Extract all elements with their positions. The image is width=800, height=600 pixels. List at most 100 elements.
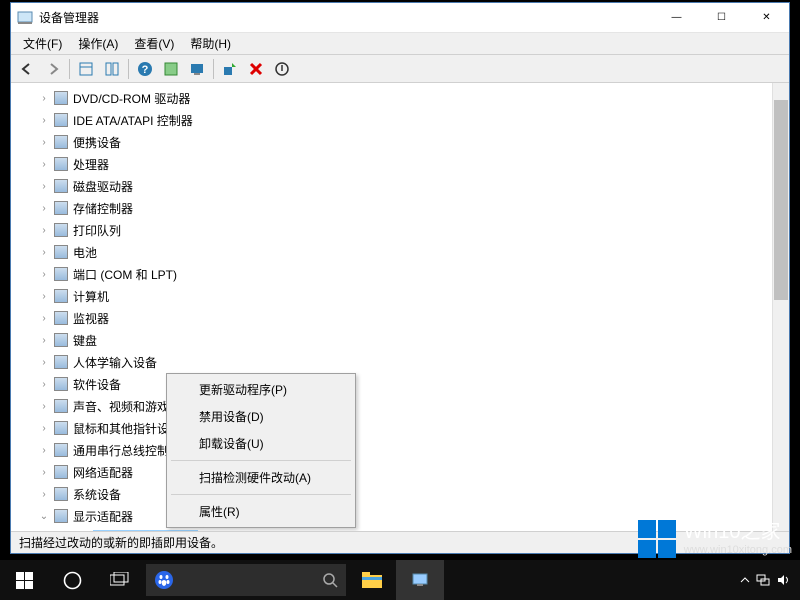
vertical-scrollbar[interactable] — [772, 83, 789, 531]
tree-item[interactable]: › 监视器 — [17, 307, 783, 329]
tree-item[interactable]: ›IDE ATA/ATAPI 控制器 — [17, 109, 783, 131]
menu-separator — [171, 460, 351, 461]
tree-item[interactable]: ›DVD/CD-ROM 驱动器 — [17, 87, 783, 109]
tree-item[interactable]: ›存储控制器 — [17, 197, 783, 219]
maximize-button[interactable]: ☐ — [699, 3, 744, 33]
update-driver-icon[interactable] — [218, 57, 242, 81]
baidu-icon — [154, 570, 174, 590]
toolbar-icon[interactable] — [159, 57, 183, 81]
tree-item[interactable]: › 人体学输入设备 — [17, 351, 783, 373]
device-category-icon — [53, 266, 69, 282]
chevron-right-icon[interactable]: › — [37, 401, 51, 412]
chevron-down-icon[interactable]: ⌄ — [37, 511, 51, 522]
tree-item[interactable]: ›便携设备 — [17, 131, 783, 153]
svg-text:?: ? — [142, 64, 149, 76]
menu-properties[interactable]: 属性(R) — [169, 498, 353, 525]
cortana-button[interactable] — [48, 560, 96, 600]
chevron-right-icon[interactable]: › — [37, 445, 51, 456]
menu-file[interactable]: 文件(F) — [15, 33, 70, 54]
device-tree[interactable]: ›DVD/CD-ROM 驱动器›IDE ATA/ATAPI 控制器›便携设备›处… — [11, 83, 789, 531]
tree-item[interactable]: ›声音、视频和游戏控制器 — [17, 395, 783, 417]
close-button[interactable]: ✕ — [744, 3, 789, 33]
tree-item[interactable]: ›键盘 — [17, 329, 783, 351]
tree-item[interactable]: ›系统设备 — [17, 483, 783, 505]
scan-hardware-icon[interactable] — [185, 57, 209, 81]
menu-action[interactable]: 操作(A) — [70, 33, 126, 54]
tree-item-child[interactable]: VMware SVGA 3D — [17, 527, 783, 531]
chevron-right-icon[interactable]: › — [37, 159, 51, 170]
chevron-right-icon[interactable]: › — [37, 247, 51, 258]
tree-item[interactable]: ›处理器 — [17, 153, 783, 175]
chevron-right-icon[interactable]: › — [37, 203, 51, 214]
tray-chevron-icon[interactable] — [740, 575, 750, 585]
chevron-right-icon[interactable]: › — [37, 269, 51, 280]
chevron-right-icon[interactable]: › — [37, 181, 51, 192]
tree-item[interactable]: › 通用串行总线控制器 — [17, 439, 783, 461]
help-icon[interactable]: ? — [133, 57, 157, 81]
taskbar-app-device-manager[interactable] — [396, 560, 444, 600]
tree-item-label: 鼠标和其他指针设备 — [73, 420, 181, 437]
tree-item-label: 软件设备 — [73, 376, 121, 393]
chevron-right-icon[interactable]: › — [37, 467, 51, 478]
task-view-button[interactable] — [96, 560, 144, 600]
device-category-icon — [53, 464, 69, 480]
toolbar-icon[interactable] — [100, 57, 124, 81]
chevron-right-icon[interactable]: › — [37, 93, 51, 104]
scrollbar-thumb[interactable] — [774, 100, 788, 300]
chevron-right-icon[interactable]: › — [37, 313, 51, 324]
menu-view[interactable]: 查看(V) — [126, 33, 182, 54]
tree-item-label: 人体学输入设备 — [73, 354, 157, 371]
disable-icon[interactable] — [270, 57, 294, 81]
device-category-icon — [53, 486, 69, 502]
tree-item-label: VMware SVGA 3D — [93, 530, 198, 531]
chevron-right-icon[interactable]: › — [37, 489, 51, 500]
device-category-icon — [53, 420, 69, 436]
device-category-icon — [53, 156, 69, 172]
tree-item[interactable]: ›电池 — [17, 241, 783, 263]
chevron-right-icon[interactable]: › — [37, 115, 51, 126]
menu-uninstall-device[interactable]: 卸载设备(U) — [169, 430, 353, 457]
device-category-icon — [53, 398, 69, 414]
device-category-icon — [53, 332, 69, 348]
chevron-right-icon[interactable]: › — [37, 225, 51, 236]
tree-item-label: 打印队列 — [73, 222, 121, 239]
chevron-right-icon[interactable]: › — [37, 335, 51, 346]
tree-item[interactable]: › 鼠标和其他指针设备 — [17, 417, 783, 439]
system-tray[interactable] — [740, 573, 800, 587]
tree-item[interactable]: › 计算机 — [17, 285, 783, 307]
tree-item-label: 通用串行总线控制器 — [73, 442, 181, 459]
menu-help[interactable]: 帮助(H) — [182, 33, 239, 54]
tree-item-label: 监视器 — [73, 310, 109, 327]
uninstall-icon[interactable] — [244, 57, 268, 81]
toolbar-icon[interactable] — [74, 57, 98, 81]
menu-scan-hardware[interactable]: 扫描检测硬件改动(A) — [169, 464, 353, 491]
minimize-button[interactable]: — — [654, 3, 699, 33]
chevron-right-icon[interactable]: › — [37, 357, 51, 368]
menu-separator — [171, 494, 351, 495]
chevron-right-icon[interactable]: › — [37, 423, 51, 434]
tray-network-icon[interactable] — [756, 573, 770, 587]
tree-item-label: 显示适配器 — [73, 508, 133, 525]
menu-update-driver[interactable]: 更新驱动程序(P) — [169, 376, 353, 403]
search-input[interactable] — [146, 564, 346, 596]
forward-button[interactable] — [41, 57, 65, 81]
tree-item[interactable]: ›磁盘驱动器 — [17, 175, 783, 197]
chevron-right-icon[interactable]: › — [37, 379, 51, 390]
tree-item[interactable]: ›网络适配器 — [17, 461, 783, 483]
tray-volume-icon[interactable] — [776, 573, 790, 587]
tree-item[interactable]: ›端口 (COM 和 LPT) — [17, 263, 783, 285]
tree-item[interactable]: › 软件设备 — [17, 373, 783, 395]
tree-item[interactable]: ⌄ 显示适配器 — [17, 505, 783, 527]
taskbar-app-explorer[interactable] — [348, 560, 396, 600]
chevron-right-icon[interactable]: › — [37, 137, 51, 148]
tree-item[interactable]: › 打印队列 — [17, 219, 783, 241]
back-button[interactable] — [15, 57, 39, 81]
tree-item-label: 计算机 — [73, 288, 109, 305]
start-button[interactable] — [0, 560, 48, 600]
device-category-icon — [53, 200, 69, 216]
context-menu: 更新驱动程序(P) 禁用设备(D) 卸载设备(U) 扫描检测硬件改动(A) 属性… — [166, 373, 356, 528]
status-text: 扫描经过改动的或新的即插即用设备。 — [19, 534, 223, 551]
chevron-right-icon[interactable]: › — [37, 291, 51, 302]
menu-disable-device[interactable]: 禁用设备(D) — [169, 403, 353, 430]
menubar: 文件(F) 操作(A) 查看(V) 帮助(H) — [11, 33, 789, 55]
